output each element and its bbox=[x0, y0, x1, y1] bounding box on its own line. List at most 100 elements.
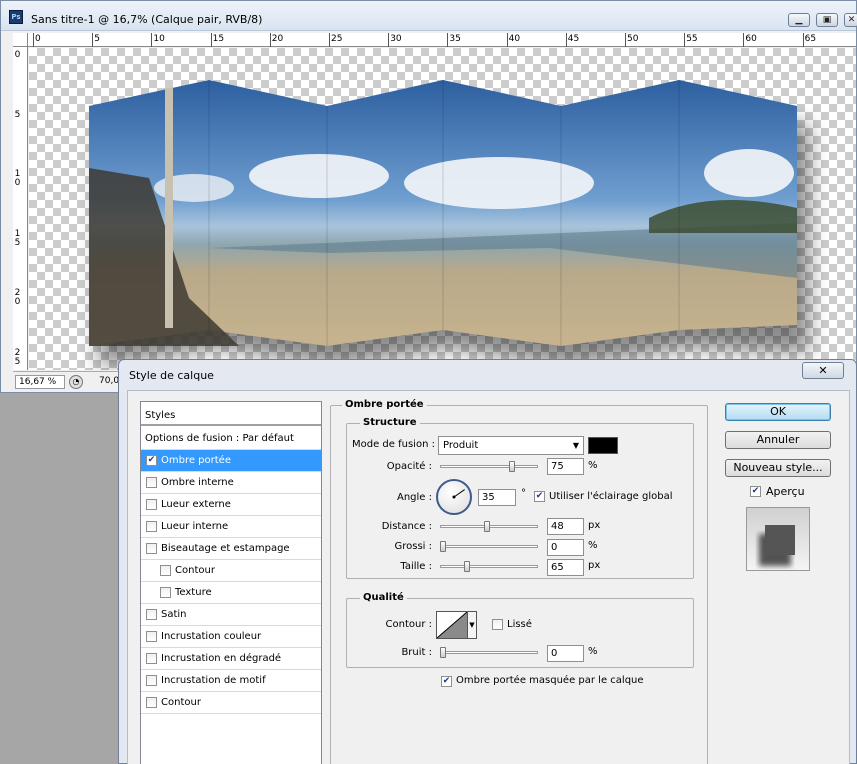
style-item[interactable]: Texture bbox=[141, 582, 321, 604]
zoom-field[interactable]: 16,67 % bbox=[15, 375, 65, 389]
style-item[interactable]: Contour bbox=[141, 560, 321, 582]
style-item[interactable]: Contour bbox=[141, 692, 321, 714]
spread-slider-thumb[interactable] bbox=[440, 541, 446, 552]
ruler-label: 15 bbox=[14, 228, 21, 248]
noise-input[interactable]: 0 bbox=[547, 645, 584, 662]
style-item-label: Incrustation en dégradé bbox=[161, 653, 282, 664]
style-checkbox[interactable] bbox=[146, 521, 157, 532]
style-item[interactable]: Ombre interne bbox=[141, 472, 321, 494]
style-checkbox[interactable] bbox=[146, 499, 157, 510]
dialog-close-button[interactable]: ✕ bbox=[802, 362, 844, 379]
ruler-label: 35 bbox=[449, 34, 461, 44]
restore-icon[interactable]: ▣ bbox=[816, 13, 838, 27]
contour-dropdown-chevron-icon[interactable]: ▼ bbox=[467, 611, 477, 639]
style-item-label: Lueur interne bbox=[161, 521, 229, 532]
blending-options-item[interactable]: Options de fusion : Par défaut bbox=[141, 428, 321, 450]
minimize-icon[interactable]: ▁ bbox=[788, 13, 810, 27]
shadow-color-swatch[interactable] bbox=[588, 437, 618, 454]
angle-input[interactable]: 35 bbox=[478, 489, 516, 506]
opacity-slider[interactable] bbox=[440, 465, 538, 468]
ruler-tick bbox=[388, 33, 390, 47]
blend-mode-select[interactable]: Produit ▼ bbox=[438, 436, 584, 455]
style-checkbox[interactable] bbox=[146, 631, 157, 642]
style-item[interactable]: ✔ Ombre portée bbox=[141, 450, 321, 472]
ruler-tick bbox=[33, 33, 34, 47]
style-item[interactable]: Incrustation de motif bbox=[141, 670, 321, 692]
document-titlebar[interactable]: Ps Sans titre-1 @ 16,7% (Calque pair, RV… bbox=[1, 1, 857, 31]
style-item[interactable]: Biseautage et estampage bbox=[141, 538, 321, 560]
style-item[interactable]: Satin bbox=[141, 604, 321, 626]
global-light-label[interactable]: Utiliser l'éclairage global bbox=[549, 491, 673, 502]
contour-curve-swatch[interactable] bbox=[436, 611, 468, 639]
ruler-label: 20 bbox=[271, 34, 284, 44]
dialog-titlebar[interactable]: Style de calque ✕ bbox=[119, 360, 856, 390]
contour-curve-icon bbox=[437, 612, 467, 638]
style-item-label: Contour bbox=[161, 697, 201, 708]
angle-dial[interactable] bbox=[436, 479, 472, 515]
opacity-input[interactable]: 75 bbox=[547, 458, 584, 475]
size-slider[interactable] bbox=[440, 565, 538, 568]
style-checkbox[interactable] bbox=[146, 609, 157, 620]
global-light-checkbox[interactable]: ✔ bbox=[534, 491, 545, 502]
ruler-tick bbox=[329, 33, 330, 47]
ruler-label: 10 bbox=[14, 169, 21, 188]
style-item[interactable]: Lueur externe bbox=[141, 494, 321, 516]
antialias-checkbox[interactable] bbox=[492, 619, 503, 630]
style-checkbox[interactable]: ✔ bbox=[146, 455, 157, 466]
style-item-label: Biseautage et estampage bbox=[161, 543, 290, 554]
ruler-label: 0 bbox=[35, 34, 41, 44]
style-item[interactable]: Incrustation en dégradé bbox=[141, 648, 321, 670]
ruler-tick bbox=[506, 33, 508, 47]
close-icon[interactable]: ✕ bbox=[844, 13, 857, 27]
blend-mode-label: Mode de fusion : bbox=[352, 439, 435, 450]
style-checkbox[interactable] bbox=[146, 697, 157, 708]
drop-shadow-title: Ombre portée bbox=[342, 399, 427, 410]
opacity-slider-thumb[interactable] bbox=[509, 461, 515, 472]
styles-header[interactable]: Styles bbox=[141, 402, 321, 426]
dialog-body: Styles Options de fusion : Par défaut ✔ O… bbox=[127, 390, 850, 764]
preview-label[interactable]: Aperçu bbox=[766, 485, 805, 498]
style-checkbox[interactable] bbox=[146, 675, 157, 686]
style-item[interactable]: Lueur interne bbox=[141, 516, 321, 538]
ruler-tick bbox=[269, 33, 271, 47]
document-title: Sans titre-1 @ 16,7% (Calque pair, RVB/8… bbox=[31, 13, 263, 26]
ruler-tick bbox=[684, 33, 686, 47]
status-info-icon[interactable]: ◔ bbox=[69, 375, 83, 389]
style-item-label: Texture bbox=[175, 587, 212, 598]
distance-input[interactable]: 48 bbox=[547, 518, 584, 535]
opacity-label: Opacité : bbox=[386, 461, 432, 472]
style-checkbox[interactable] bbox=[160, 587, 171, 598]
horizontal-ruler[interactable]: 0 5 10 15 20 25 30 35 40 45 50 55 60 65 bbox=[28, 33, 856, 47]
knockout-label[interactable]: Ombre portée masquée par le calque bbox=[456, 675, 644, 686]
new-style-button[interactable]: Nouveau style... bbox=[725, 459, 831, 477]
spread-input[interactable]: 0 bbox=[547, 539, 584, 556]
preview-checkbox[interactable]: ✔ bbox=[750, 486, 761, 497]
noise-label: Bruit : bbox=[401, 647, 432, 658]
style-checkbox[interactable] bbox=[146, 653, 157, 664]
dialog-title: Style de calque bbox=[129, 369, 214, 382]
ruler-label: 5 bbox=[14, 109, 21, 120]
noise-slider-thumb[interactable] bbox=[440, 647, 446, 658]
ruler-label: 50 bbox=[627, 34, 639, 44]
style-item[interactable]: Incrustation couleur bbox=[141, 626, 321, 648]
distance-slider-thumb[interactable] bbox=[484, 521, 491, 532]
ok-button[interactable]: OK bbox=[725, 403, 831, 421]
style-checkbox[interactable] bbox=[146, 543, 157, 554]
noise-slider[interactable] bbox=[440, 651, 538, 654]
size-slider-thumb[interactable] bbox=[463, 561, 470, 572]
spread-slider[interactable] bbox=[440, 545, 538, 548]
styles-list: Styles Options de fusion : Par défaut ✔ O… bbox=[140, 401, 322, 764]
style-checkbox[interactable] bbox=[160, 565, 171, 576]
style-item-label: Satin bbox=[161, 609, 187, 620]
ruler-label: 25 bbox=[14, 347, 21, 367]
contour-label: Contour : bbox=[385, 619, 432, 630]
style-item-label: Ombre interne bbox=[161, 477, 234, 488]
image-canvas[interactable] bbox=[29, 48, 856, 370]
vertical-ruler[interactable]: 0 5 10 15 20 25 bbox=[13, 47, 28, 370]
ruler-tick bbox=[802, 33, 804, 47]
style-checkbox[interactable] bbox=[146, 477, 157, 488]
knockout-checkbox[interactable]: ✔ bbox=[441, 676, 452, 687]
size-input[interactable]: 65 bbox=[547, 559, 584, 576]
cancel-button[interactable]: Annuler bbox=[725, 431, 831, 449]
antialias-label[interactable]: Lissé bbox=[507, 619, 532, 630]
